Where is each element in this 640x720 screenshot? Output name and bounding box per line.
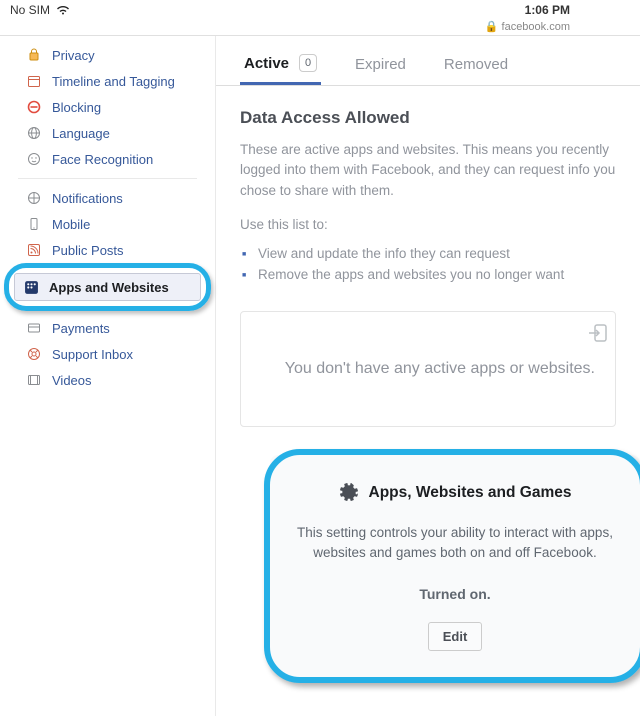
globe-icon [26,125,42,141]
list-item: View and update the info they can reques… [240,243,616,264]
sidebar-item-apps-websites[interactable]: Apps and Websites [14,273,201,301]
sidebar-item-label: Blocking [52,100,101,115]
sidebar-item-label: Apps and Websites [49,280,169,295]
clock: 1:06 PM [525,3,570,17]
tab-removed[interactable]: Removed [440,42,512,85]
globe-icon [26,190,42,206]
login-icon [587,322,609,344]
section-title: Data Access Allowed [240,108,616,128]
apps-websites-games-card: Apps, Websites and Games This setting co… [270,455,640,677]
empty-state-panel: You don't have any active apps or websit… [240,311,616,427]
film-icon [26,372,42,388]
privacy-icon [26,47,42,63]
device-status-bar: No SIM 1:06 PM [0,0,640,20]
settings-sidebar: Privacy Timeline and Tagging Blocking La… [0,36,215,716]
section-description: These are active apps and websites. This… [240,140,616,201]
sidebar-item-language[interactable]: Language [18,120,197,146]
sidebar-item-label: Privacy [52,48,95,63]
browser-url-bar: 🔒 facebook.com [0,20,640,35]
lock-icon: 🔒 [485,21,499,33]
sidebar-item-privacy[interactable]: Privacy [18,42,197,68]
sidebar-item-label: Support Inbox [52,347,133,362]
section-subheading: Use this list to: [240,215,616,235]
sidebar-item-videos[interactable]: Videos [18,367,197,393]
sidebar-item-label: Notifications [52,191,123,206]
tab-label: Expired [355,56,406,73]
rss-icon [26,242,42,258]
bullet-list: View and update the info they can reques… [240,243,616,285]
edit-button[interactable]: Edit [428,622,483,651]
sidebar-item-label: Face Recognition [52,152,153,167]
carrier-label: No SIM [10,3,50,17]
sidebar-item-timeline[interactable]: Timeline and Tagging [18,68,197,94]
tab-expired[interactable]: Expired [351,42,410,85]
apps-icon [23,279,39,295]
tab-active[interactable]: Active 0 [240,42,321,85]
card-status: Turned on. [294,586,616,602]
card-description: This setting controls your ability to in… [294,523,616,564]
sidebar-item-label: Public Posts [52,243,124,258]
status-tabs: Active 0 Expired Removed [216,42,640,86]
card-icon [26,320,42,336]
mobile-icon [26,216,42,232]
block-icon [26,99,42,115]
sidebar-item-notifications[interactable]: Notifications [18,185,197,211]
main-content: Active 0 Expired Removed Data Access All… [215,36,640,716]
tab-label: Active [244,55,289,72]
list-item: Remove the apps and websites you no long… [240,264,616,285]
sidebar-item-label: Language [52,126,110,141]
card-title: Apps, Websites and Games [369,484,572,502]
sidebar-item-payments[interactable]: Payments [18,315,197,341]
sidebar-item-label: Timeline and Tagging [52,74,175,89]
sidebar-item-support[interactable]: Support Inbox [18,341,197,367]
sidebar-item-blocking[interactable]: Blocking [18,94,197,120]
tab-label: Removed [444,56,508,73]
empty-state-text: You don't have any active apps or websit… [285,360,595,377]
lifebuoy-icon [26,346,42,362]
tab-count-badge: 0 [299,54,317,72]
url-text: facebook.com [502,21,570,33]
sidebar-item-mobile[interactable]: Mobile [18,211,197,237]
wifi-icon [56,5,70,15]
calendar-icon [26,73,42,89]
sidebar-item-label: Payments [52,321,110,336]
sidebar-item-public-posts[interactable]: Public Posts [18,237,197,263]
face-icon [26,151,42,167]
sidebar-item-face-recognition[interactable]: Face Recognition [18,146,197,172]
sidebar-item-label: Mobile [52,217,90,232]
gear-icon [339,483,359,503]
sidebar-item-label: Videos [52,373,92,388]
